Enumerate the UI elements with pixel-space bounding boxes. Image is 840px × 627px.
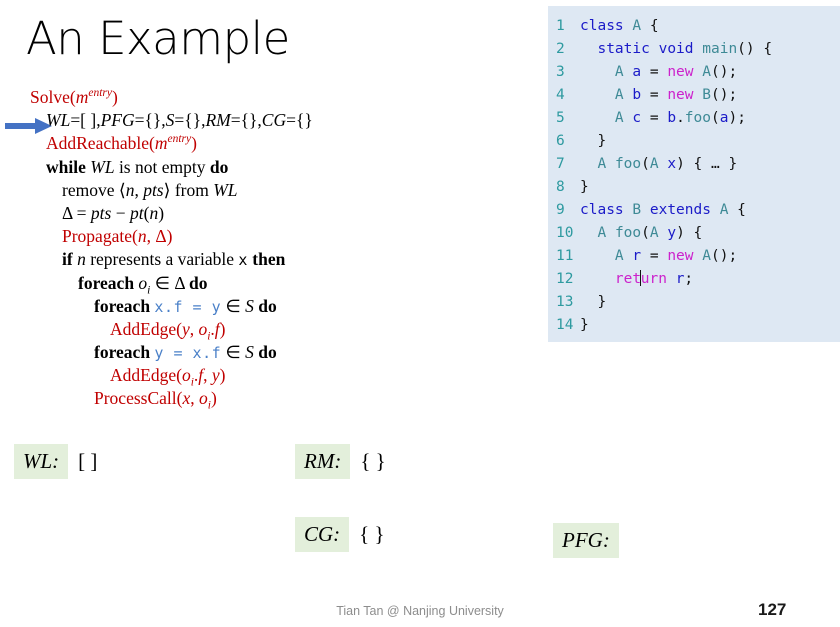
code-line-10: 10 A foo(A y) { [548, 222, 840, 245]
java-code-panel[interactable]: 1 class A { 2 static void main() { 3 A a … [548, 6, 840, 342]
code-line-1: 1 class A { [548, 15, 840, 38]
state-reachable-methods-value: { } [360, 449, 386, 473]
state-call-graph-label: CG: [295, 517, 350, 552]
state-pointer-flow-graph-label: PFG: [553, 523, 619, 558]
state-reachable-methods: RM: { } [295, 444, 386, 479]
code-line-2: 2 static void main() { [548, 38, 840, 61]
line-number: 13 [556, 294, 574, 310]
code-line-5: 5 A c = b.foo(a); [548, 107, 840, 130]
line-number: 12 [556, 271, 574, 287]
pseudocode-line-addedge-load: AddEdge(oi.f, y) [110, 365, 226, 389]
page-title: An Example [26, 12, 290, 65]
line-number: 7 [556, 156, 565, 172]
state-worklist-value: [ ] [78, 449, 98, 473]
code-line-14: 14} [548, 314, 840, 337]
line-number: 14 [556, 317, 574, 333]
pseudocode-line-foreach-load: foreach y = x.f ∈ S do [94, 342, 277, 363]
pseudocode-line-delta-assign: Δ = pts − pt(n) [62, 202, 165, 223]
state-call-graph: CG: { } [295, 517, 385, 552]
code-line-9: 9 class B extends A { [548, 199, 840, 222]
code-line-13: 13 } [548, 291, 840, 314]
pseudocode-block: Solve(mentry) WL=[ ],PFG={},S={},RM={},C… [30, 86, 450, 412]
line-number: 8 [556, 179, 565, 195]
code-line-4: 4 A b = new B(); [548, 84, 840, 107]
pseudocode-line-solve-header: Solve(mentry) [30, 87, 118, 107]
line-number: 1 [556, 18, 565, 34]
line-number: 11 [556, 248, 574, 264]
code-line-3: 3 A a = new A(); [548, 61, 840, 84]
slide-page-number: 127 [758, 600, 787, 619]
line-number: 3 [556, 64, 565, 80]
code-line-8: 8} [548, 176, 840, 199]
code-line-11: 11 A r = new A(); [548, 245, 840, 268]
code-line-7: 7 A foo(A x) { … } [548, 153, 840, 176]
state-reachable-methods-label: RM: [295, 444, 351, 479]
pseudocode-line-remove-pts: remove ⟨n, pts⟩ from WL [62, 179, 238, 200]
pseudocode-line-while-wl: while WL is not empty do [46, 156, 229, 177]
line-number: 10 [556, 225, 574, 241]
state-worklist-label: WL: [14, 444, 69, 479]
state-pointer-flow-graph: PFG: [553, 523, 629, 558]
pseudocode-line-add-reachable: AddReachable(mentry) [46, 133, 197, 154]
line-number: 5 [556, 110, 565, 126]
code-line-6: 6 } [548, 130, 840, 153]
line-number: 6 [556, 133, 565, 149]
state-worklist: WL: [ ] [14, 444, 97, 479]
pseudocode-line-addedge-store: AddEdge(y, oi.f) [110, 318, 226, 343]
pseudocode-line-if-represents: if n represents a variable x then [62, 249, 286, 270]
line-number: 2 [556, 41, 565, 57]
line-number: 4 [556, 87, 565, 103]
code-line-12: 12 return r; [548, 268, 840, 291]
pseudocode-line-processcall: ProcessCall(x, oi) [94, 388, 217, 412]
state-call-graph-value: { } [359, 522, 385, 546]
pseudocode-line-init-worklist: WL=[ ],PFG={},S={},RM={},CG={} [46, 110, 313, 131]
line-number: 9 [556, 202, 565, 218]
pseudocode-line-foreach-store: foreach x.f = y ∈ S do [94, 295, 277, 316]
pseudocode-line-foreach-oi: foreach oi ∈ Δ do [78, 272, 208, 296]
pseudocode-line-propagate-call: Propagate(n, Δ) [62, 226, 173, 247]
footer-attribution: Tian Tan @ Nanjing University [336, 604, 504, 618]
